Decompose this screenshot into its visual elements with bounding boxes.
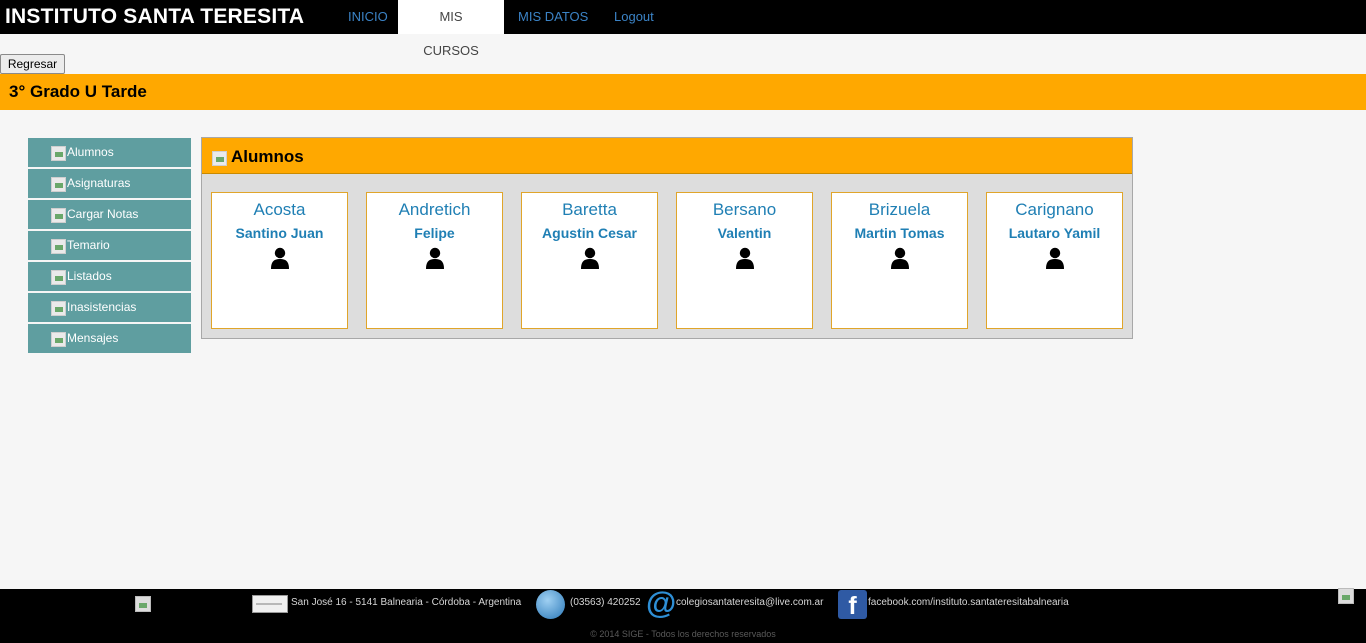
person-icon [270,247,289,269]
person-icon [890,247,909,269]
footer-facebook[interactable]: facebook.com/instituto.santateresitabaln… [868,597,1069,608]
alumnos-icon [51,146,66,161]
footer-corner-icon [1338,588,1354,604]
sidebar-item-label: Asignaturas [67,176,131,190]
panel-title: Alumnos [231,147,304,166]
student-name: Felipe [414,225,455,241]
person-icon [1045,247,1064,269]
sidebar-item-temario[interactable]: Temario [28,231,191,260]
sidebar-item-listados[interactable]: Listados [28,262,191,291]
temario-icon [51,239,66,254]
student-card[interactable]: Bersano Valentin [676,192,813,329]
footer-address: San José 16 - 5141 Balnearia - Córdoba -… [291,597,522,608]
sidebar-item-label: Alumnos [67,145,114,159]
footer-logo-icon [135,596,151,612]
mensajes-icon [51,332,66,347]
cargar-notas-icon [51,208,66,223]
nav-mis-datos[interactable]: MIS DATOS [506,0,600,34]
footer: San José 16 - 5141 Balnearia - Córdoba -… [0,585,1366,643]
alumnos-icon [212,151,227,166]
student-card[interactable]: Brizuela Martin Tomas [831,192,968,329]
nav-inicio[interactable]: INICIO [336,0,400,34]
map-icon [252,595,288,613]
sidebar-item-label: Listados [67,269,112,283]
person-icon [580,247,599,269]
person-icon [735,247,754,269]
sidebar-item-label: Cargar Notas [67,207,139,221]
panel-header: Alumnos [202,138,1132,174]
student-card[interactable]: Andretich Felipe [366,192,503,329]
course-title-bar: 3° Grado U Tarde [0,74,1366,110]
sidebar-item-asignaturas[interactable]: Asignaturas [28,169,191,198]
sidebar-item-label: Mensajes [67,331,119,345]
email-icon: @ [646,585,677,620]
footer-email[interactable]: colegiosantateresita@live.com.ar [676,597,823,608]
phone-icon [536,590,565,619]
student-surname: Brizuela [868,200,931,219]
student-surname: Carignano [1015,200,1094,219]
sidebar-item-inasistencias[interactable]: Inasistencias [28,293,191,322]
student-name: Agustin Cesar [542,225,637,241]
sidebar-item-mensajes[interactable]: Mensajes [28,324,191,353]
sidebar-item-alumnos[interactable]: Alumnos [28,138,191,167]
footer-copyright: © 2014 SIGE - Todos los derechos reserva… [590,629,776,639]
student-card[interactable]: Baretta Agustin Cesar [521,192,658,329]
student-name: Lautaro Yamil [1008,225,1101,241]
student-card[interactable]: Acosta Santino Juan [211,192,348,329]
student-surname: Bersano [712,200,777,219]
inasistencias-icon [51,301,66,316]
student-surname: Baretta [562,200,617,219]
student-card[interactable]: Carignano Lautaro Yamil [986,192,1123,329]
sidebar-item-cargar-notas[interactable]: Cargar Notas [28,200,191,229]
student-surname: Andretich [398,200,471,219]
listados-icon [51,270,66,285]
facebook-icon[interactable]: f [838,590,867,620]
sidebar-item-label: Inasistencias [67,300,137,314]
alumnos-panel: Alumnos Acosta Santino Juan Andretich Fe… [201,137,1133,339]
student-name: Martin Tomas [854,225,945,241]
footer-phone: (03563) 420252 [570,597,641,608]
asignaturas-icon [51,177,66,192]
student-name: Santino Juan [235,225,324,241]
regresar-button[interactable]: Regresar [0,54,65,74]
student-name: Valentin [717,225,772,241]
person-icon [425,247,444,269]
page-title: 3° Grado U Tarde [9,82,147,101]
nav-mis-cursos[interactable]: MIS CURSOS [398,0,504,58]
nav-logout[interactable]: Logout [602,0,666,34]
top-navbar: INSTITUTO SANTA TERESITA INICIO MIS CURS… [0,0,1366,58]
sidebar: Alumnos Asignaturas Cargar Notas Temario… [28,138,191,355]
student-surname: Acosta [253,200,306,219]
brand-title: INSTITUTO SANTA TERESITA [5,5,305,28]
sidebar-item-label: Temario [67,238,110,252]
